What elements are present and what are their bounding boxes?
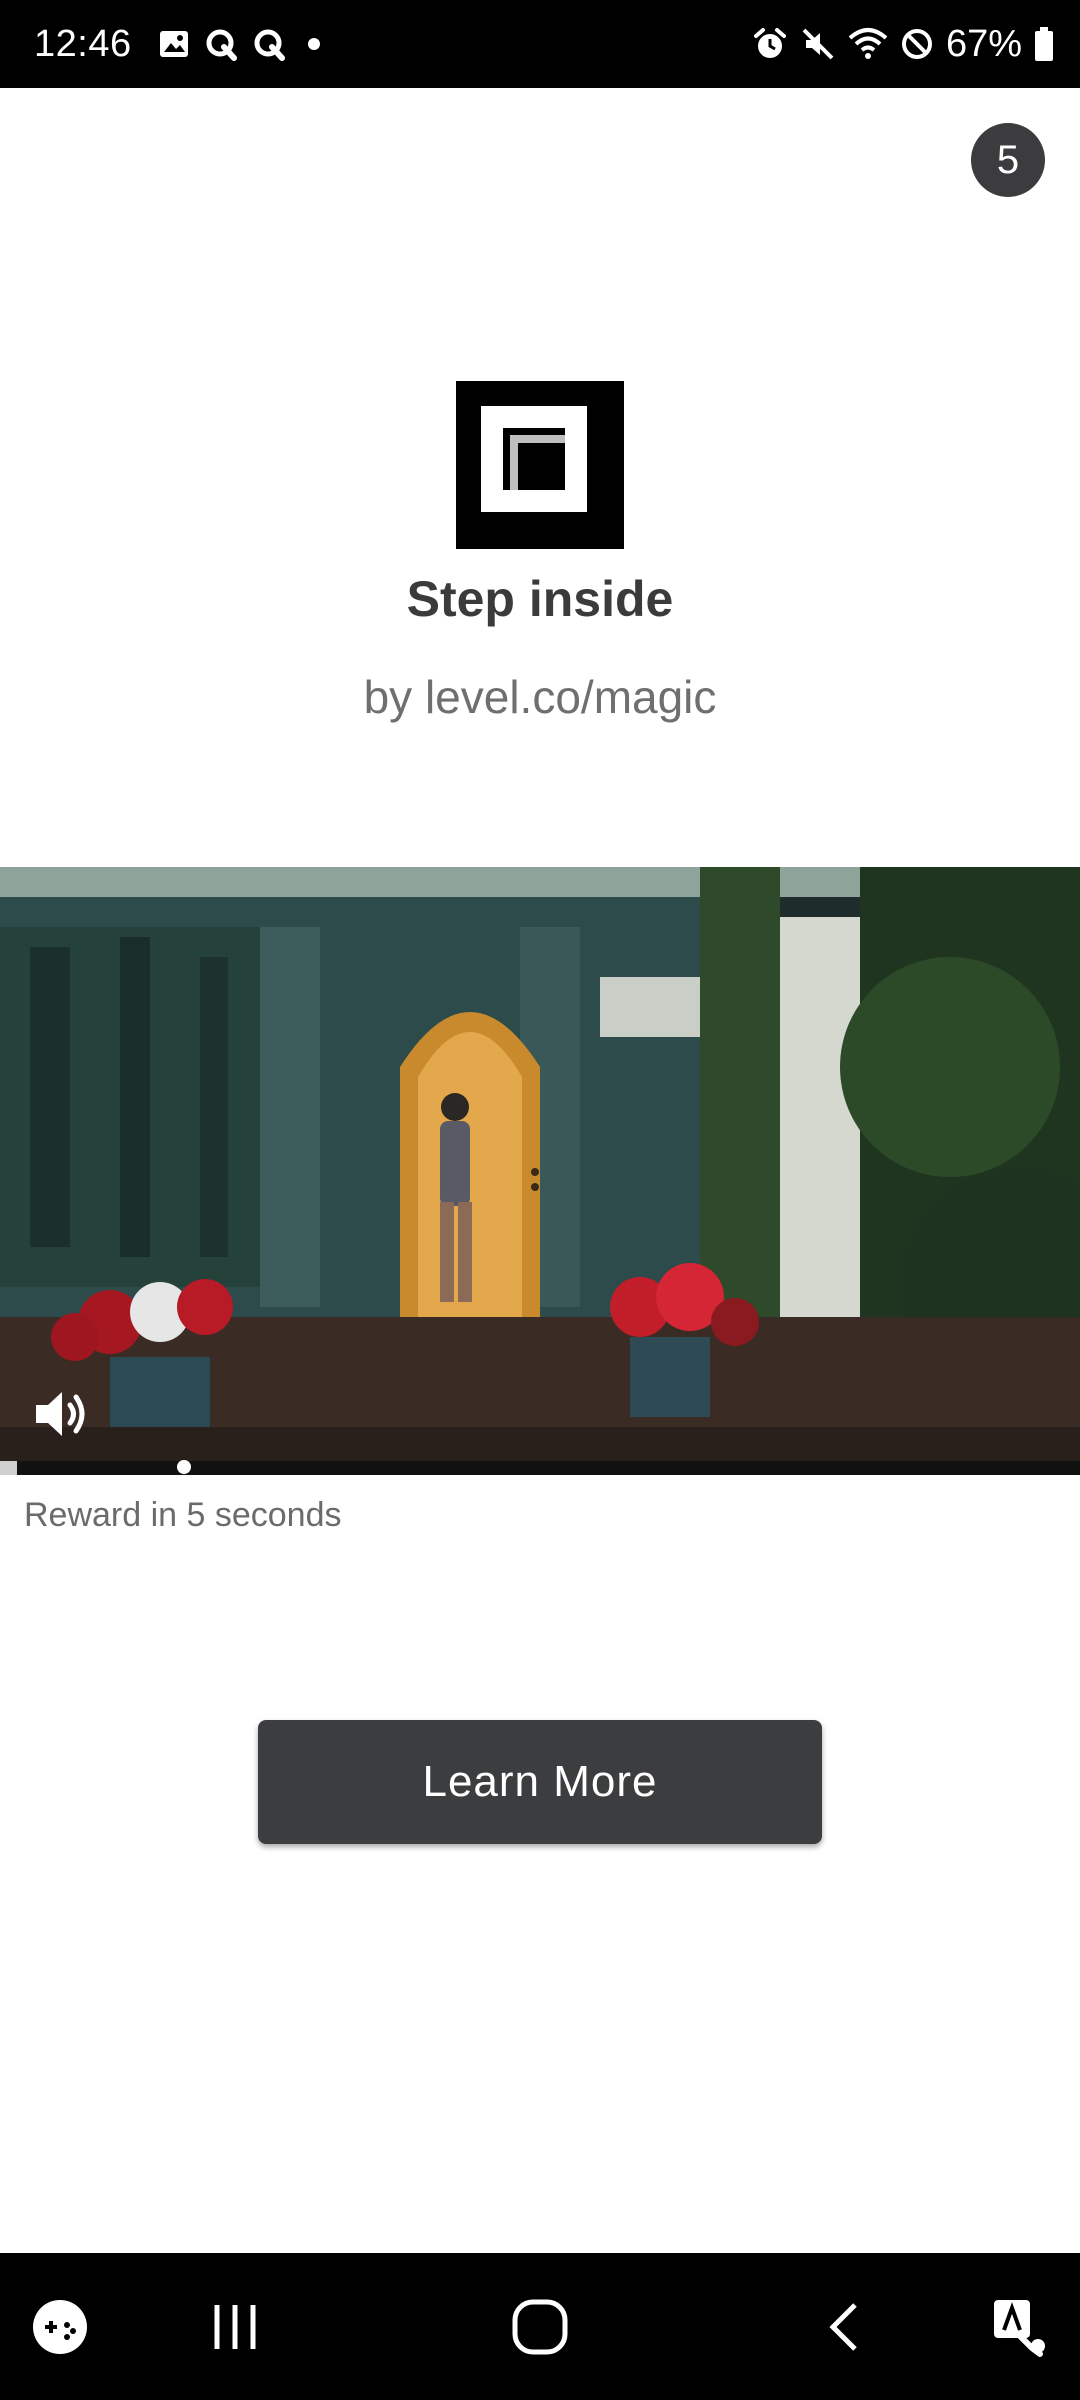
status-bar: 12:46 67% xyxy=(0,0,1080,88)
alarm-icon xyxy=(753,28,786,58)
level-logo-icon xyxy=(456,381,624,549)
accessibility-button[interactable] xyxy=(980,2253,1060,2400)
q-app-icon xyxy=(254,29,285,61)
navigation-bar xyxy=(0,2253,1080,2400)
gallery-icon xyxy=(159,31,188,57)
reward-countdown-text: Reward in 5 seconds xyxy=(24,1496,342,1534)
do-not-disturb-icon xyxy=(901,29,932,59)
accessibility-icon xyxy=(994,2299,1045,2357)
learn-more-button[interactable]: Learn More xyxy=(258,1720,822,1844)
volume-icon[interactable] xyxy=(30,1383,92,1445)
video-frame-image xyxy=(0,867,1080,1475)
mute-icon xyxy=(802,28,834,60)
back-icon xyxy=(829,2302,857,2351)
recent-apps-button[interactable] xyxy=(190,2253,280,2400)
video-progress-thumb xyxy=(177,1460,191,1474)
back-button[interactable] xyxy=(800,2253,890,2400)
battery-icon xyxy=(1035,27,1053,61)
video-player[interactable] xyxy=(0,867,1080,1475)
status-left: 12:46 xyxy=(34,0,328,88)
q-app-icon xyxy=(206,29,237,61)
countdown-badge: 5 xyxy=(971,123,1045,197)
game-launcher-button[interactable] xyxy=(20,2253,100,2400)
ad-subtitle: by level.co/magic xyxy=(363,671,717,723)
home-button[interactable] xyxy=(490,2253,590,2400)
battery-percent: 67% xyxy=(945,22,1022,65)
game-launcher-icon xyxy=(33,2299,87,2354)
status-right: 67% xyxy=(752,0,1054,88)
dot-icon xyxy=(307,38,320,50)
wifi-icon xyxy=(848,28,888,59)
recent-apps-icon xyxy=(214,2304,256,2349)
status-time: 12:46 xyxy=(34,22,132,65)
home-icon xyxy=(512,2299,568,2354)
video-progress-bar xyxy=(0,1461,1080,1475)
video-progress-fill xyxy=(0,1461,17,1475)
ad-title: Step inside xyxy=(406,571,674,627)
